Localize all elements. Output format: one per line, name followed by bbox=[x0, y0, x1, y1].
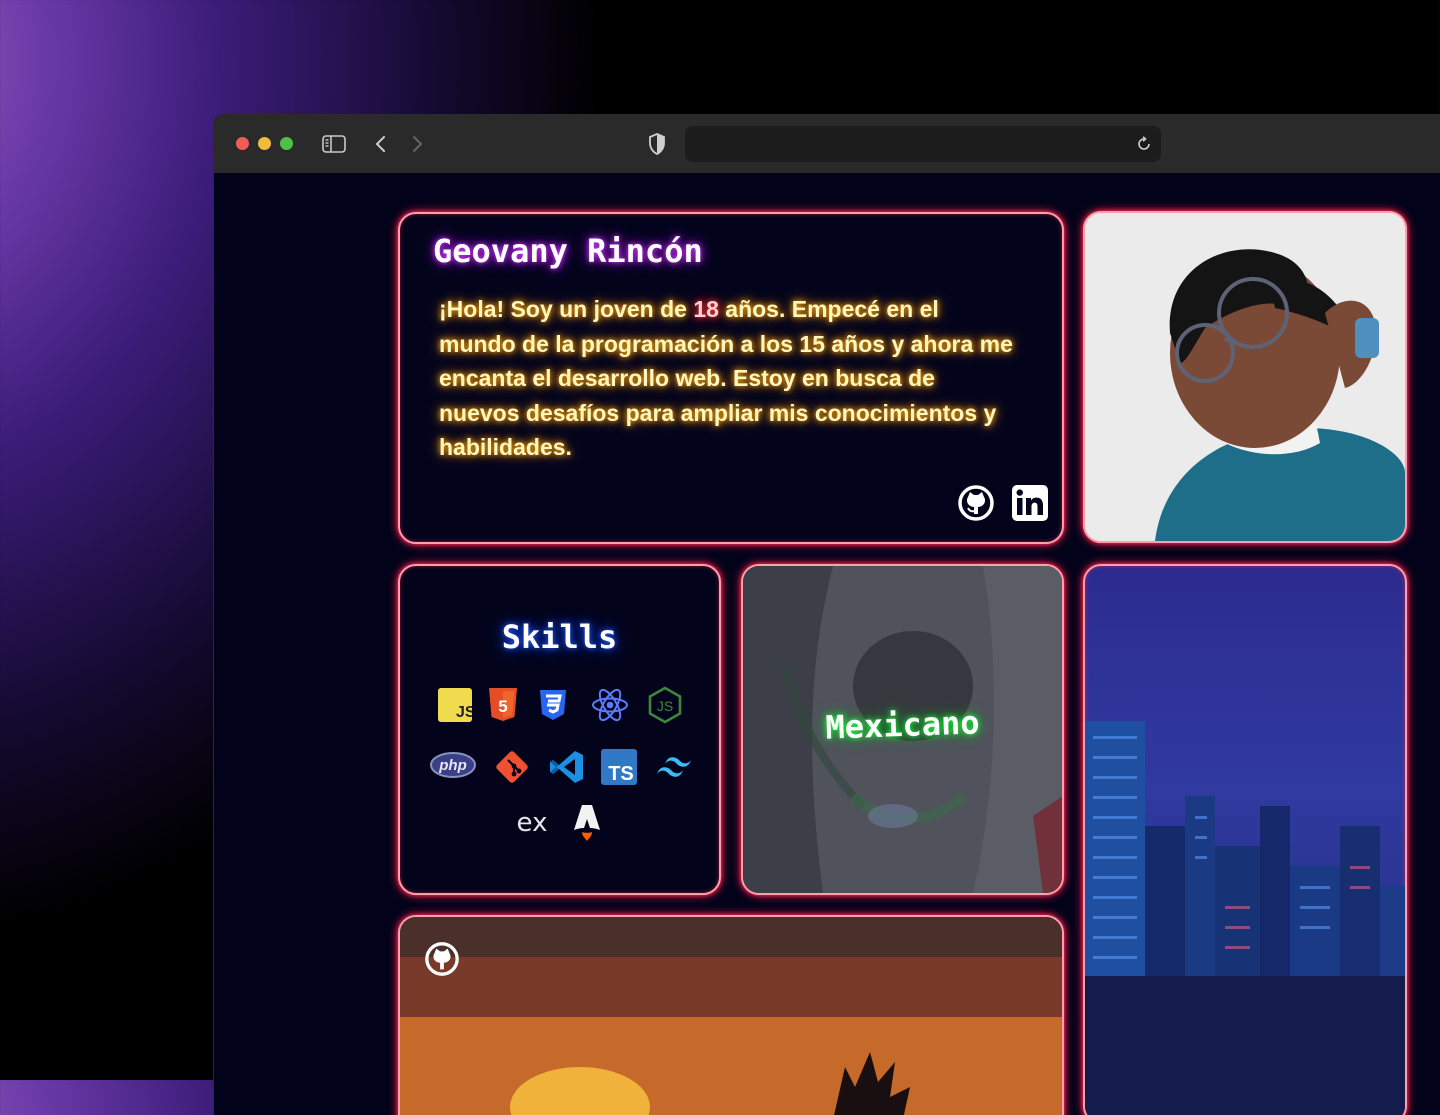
browser-toolbar bbox=[214, 115, 1440, 174]
svg-text:ex: ex bbox=[517, 808, 548, 838]
city-skyline-image bbox=[1085, 721, 1405, 1115]
close-window-button[interactable] bbox=[236, 137, 249, 150]
svg-text:5: 5 bbox=[498, 697, 507, 716]
express-icon: ex bbox=[512, 803, 552, 843]
skills-card: Skills JS 5 JS php bbox=[398, 564, 721, 895]
git-icon bbox=[492, 747, 532, 787]
minimize-window-button[interactable] bbox=[258, 137, 271, 150]
astro-icon bbox=[567, 802, 607, 842]
profile-photo-card bbox=[1083, 211, 1407, 543]
address-bar[interactable] bbox=[685, 126, 1161, 162]
tailwind-icon bbox=[654, 747, 694, 787]
back-button[interactable] bbox=[368, 132, 392, 156]
typescript-icon: TS bbox=[599, 747, 639, 787]
css3-icon bbox=[533, 685, 573, 725]
github-link[interactable] bbox=[957, 484, 995, 522]
github-icon bbox=[958, 485, 994, 521]
profile-photo bbox=[1085, 213, 1405, 541]
bio-part-1: ¡Hola! Soy un joven de bbox=[439, 296, 694, 322]
linkedin-link[interactable] bbox=[1011, 484, 1049, 522]
react-icon bbox=[590, 685, 630, 725]
svg-text:TS: TS bbox=[608, 763, 634, 785]
linkedin-icon bbox=[1012, 485, 1048, 521]
bio-text: ¡Hola! Soy un joven de 18 años. Empecé e… bbox=[439, 292, 1019, 465]
nationality-card: Mexicano bbox=[741, 564, 1064, 895]
svg-text:JS: JS bbox=[657, 698, 673, 714]
javascript-icon: JS bbox=[435, 685, 475, 725]
svg-text:JS: JS bbox=[456, 704, 472, 721]
maximize-window-button[interactable] bbox=[280, 137, 293, 150]
nodejs-icon: JS bbox=[645, 685, 685, 725]
github-icon[interactable] bbox=[424, 941, 460, 977]
svg-text:php: php bbox=[438, 757, 467, 774]
forward-button[interactable] bbox=[406, 132, 430, 156]
profile-name: Geovany Rincón bbox=[433, 232, 703, 270]
privacy-shield-icon[interactable] bbox=[644, 132, 670, 156]
github-projects-card[interactable] bbox=[398, 915, 1064, 1115]
intro-card: Geovany Rincón ¡Hola! Soy un joven de 18… bbox=[398, 212, 1064, 544]
skills-title: Skills bbox=[501, 618, 618, 656]
portfolio-page: Geovany Rincón ¡Hola! Soy un joven de 18… bbox=[214, 173, 1440, 1115]
reload-icon[interactable] bbox=[1133, 133, 1155, 155]
city-illustration-card bbox=[1083, 564, 1407, 1115]
bio-age: 18 bbox=[693, 296, 719, 322]
html5-icon: 5 bbox=[483, 685, 523, 725]
browser-window: Geovany Rincón ¡Hola! Soy un joven de 18… bbox=[214, 115, 1440, 1115]
vscode-icon bbox=[547, 747, 587, 787]
php-icon: php bbox=[428, 745, 478, 785]
sidebar-toggle-icon[interactable] bbox=[320, 132, 348, 156]
sunset-banner-image bbox=[400, 917, 1062, 1115]
